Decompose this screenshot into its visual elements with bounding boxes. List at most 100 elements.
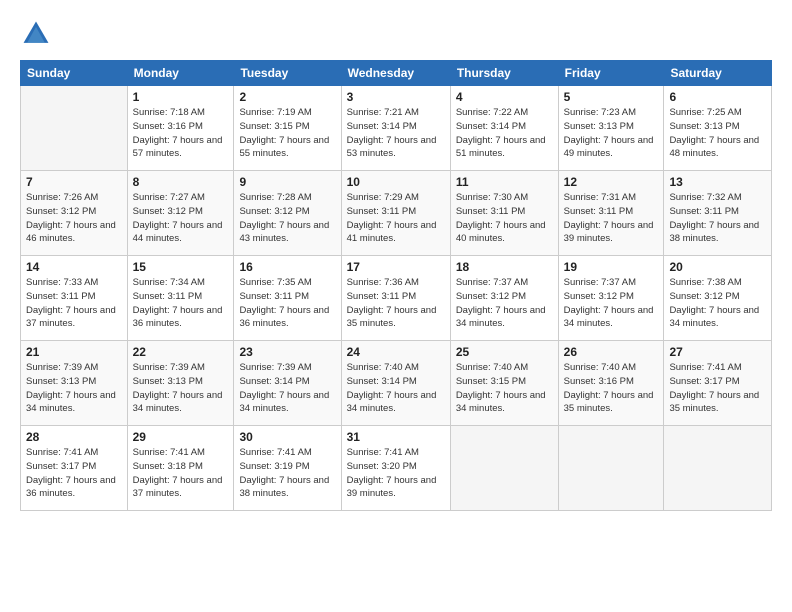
calendar-cell: 28 Sunrise: 7:41 AMSunset: 3:17 PMDayligh…	[21, 426, 128, 511]
day-number: 8	[133, 175, 229, 189]
calendar-cell	[664, 426, 772, 511]
calendar-cell: 5 Sunrise: 7:23 AMSunset: 3:13 PMDaylight…	[558, 86, 664, 171]
day-info: Sunrise: 7:29 AMSunset: 3:11 PMDaylight:…	[347, 191, 445, 246]
day-number: 15	[133, 260, 229, 274]
calendar-cell: 16 Sunrise: 7:35 AMSunset: 3:11 PMDayligh…	[234, 256, 341, 341]
day-info: Sunrise: 7:39 AMSunset: 3:14 PMDaylight:…	[239, 361, 335, 416]
day-number: 28	[26, 430, 122, 444]
day-number: 10	[347, 175, 445, 189]
day-info: Sunrise: 7:34 AMSunset: 3:11 PMDaylight:…	[133, 276, 229, 331]
calendar-cell: 2 Sunrise: 7:19 AMSunset: 3:15 PMDaylight…	[234, 86, 341, 171]
day-info: Sunrise: 7:41 AMSunset: 3:17 PMDaylight:…	[669, 361, 766, 416]
day-number: 5	[564, 90, 659, 104]
day-info: Sunrise: 7:36 AMSunset: 3:11 PMDaylight:…	[347, 276, 445, 331]
calendar-cell: 17 Sunrise: 7:36 AMSunset: 3:11 PMDayligh…	[341, 256, 450, 341]
calendar-cell: 12Sunrise: 7:31 AMSunset: 3:11 PMDayligh…	[558, 171, 664, 256]
day-info: Sunrise: 7:33 AMSunset: 3:11 PMDaylight:…	[26, 276, 122, 331]
day-number: 2	[239, 90, 335, 104]
day-number: 24	[347, 345, 445, 359]
calendar-cell: 26Sunrise: 7:40 AMSunset: 3:16 PMDayligh…	[558, 341, 664, 426]
day-info: Sunrise: 7:39 AMSunset: 3:13 PMDaylight:…	[133, 361, 229, 416]
calendar-header-row: SundayMondayTuesdayWednesdayThursdayFrid…	[21, 61, 772, 86]
day-info: Sunrise: 7:22 AMSunset: 3:14 PMDaylight:…	[456, 106, 553, 161]
logo	[20, 18, 56, 50]
logo-icon	[20, 18, 52, 50]
calendar-cell: 20 Sunrise: 7:38 AMSunset: 3:12 PMDayligh…	[664, 256, 772, 341]
day-number: 4	[456, 90, 553, 104]
calendar-col-tuesday: Tuesday	[234, 61, 341, 86]
day-info: Sunrise: 7:35 AMSunset: 3:11 PMDaylight:…	[239, 276, 335, 331]
day-info: Sunrise: 7:25 AMSunset: 3:13 PMDaylight:…	[669, 106, 766, 161]
day-info: Sunrise: 7:18 AMSunset: 3:16 PMDaylight:…	[133, 106, 229, 161]
day-number: 31	[347, 430, 445, 444]
day-info: Sunrise: 7:40 AMSunset: 3:14 PMDaylight:…	[347, 361, 445, 416]
day-info: Sunrise: 7:27 AMSunset: 3:12 PMDaylight:…	[133, 191, 229, 246]
calendar-cell: 13 Sunrise: 7:32 AMSunset: 3:11 PMDayligh…	[664, 171, 772, 256]
day-number: 25	[456, 345, 553, 359]
calendar-col-monday: Monday	[127, 61, 234, 86]
day-number: 12	[564, 175, 659, 189]
calendar-cell: 22 Sunrise: 7:39 AMSunset: 3:13 PMDayligh…	[127, 341, 234, 426]
calendar-cell: 9 Sunrise: 7:28 AMSunset: 3:12 PMDaylight…	[234, 171, 341, 256]
day-number: 23	[239, 345, 335, 359]
calendar-cell: 3 Sunrise: 7:21 AMSunset: 3:14 PMDaylight…	[341, 86, 450, 171]
calendar-cell: 19Sunrise: 7:37 AMSunset: 3:12 PMDayligh…	[558, 256, 664, 341]
calendar-cell: 1 Sunrise: 7:18 AMSunset: 3:16 PMDaylight…	[127, 86, 234, 171]
calendar-cell	[450, 426, 558, 511]
day-number: 20	[669, 260, 766, 274]
calendar-cell: 27 Sunrise: 7:41 AMSunset: 3:17 PMDayligh…	[664, 341, 772, 426]
calendar-week-1: 1 Sunrise: 7:18 AMSunset: 3:16 PMDaylight…	[21, 86, 772, 171]
calendar-week-3: 14 Sunrise: 7:33 AMSunset: 3:11 PMDayligh…	[21, 256, 772, 341]
day-info: Sunrise: 7:37 AMSunset: 3:12 PMDaylight:…	[456, 276, 553, 331]
calendar-cell: 29Sunrise: 7:41 AMSunset: 3:18 PMDayligh…	[127, 426, 234, 511]
day-info: Sunrise: 7:41 AMSunset: 3:20 PMDaylight:…	[347, 446, 445, 501]
calendar-cell: 21 Sunrise: 7:39 AMSunset: 3:13 PMDayligh…	[21, 341, 128, 426]
day-number: 13	[669, 175, 766, 189]
calendar-cell: 23 Sunrise: 7:39 AMSunset: 3:14 PMDayligh…	[234, 341, 341, 426]
day-number: 11	[456, 175, 553, 189]
day-info: Sunrise: 7:40 AMSunset: 3:15 PMDaylight:…	[456, 361, 553, 416]
day-info: Sunrise: 7:19 AMSunset: 3:15 PMDaylight:…	[239, 106, 335, 161]
calendar-col-thursday: Thursday	[450, 61, 558, 86]
day-info: Sunrise: 7:41 AMSunset: 3:18 PMDaylight:…	[133, 446, 229, 501]
day-info: Sunrise: 7:37 AMSunset: 3:12 PMDaylight:…	[564, 276, 659, 331]
calendar-cell: 11 Sunrise: 7:30 AMSunset: 3:11 PMDayligh…	[450, 171, 558, 256]
day-info: Sunrise: 7:41 AMSunset: 3:17 PMDaylight:…	[26, 446, 122, 501]
day-info: Sunrise: 7:28 AMSunset: 3:12 PMDaylight:…	[239, 191, 335, 246]
calendar-cell: 8 Sunrise: 7:27 AMSunset: 3:12 PMDaylight…	[127, 171, 234, 256]
calendar-week-4: 21 Sunrise: 7:39 AMSunset: 3:13 PMDayligh…	[21, 341, 772, 426]
day-number: 27	[669, 345, 766, 359]
day-number: 7	[26, 175, 122, 189]
page: SundayMondayTuesdayWednesdayThursdayFrid…	[0, 0, 792, 612]
day-number: 14	[26, 260, 122, 274]
day-number: 3	[347, 90, 445, 104]
day-number: 1	[133, 90, 229, 104]
day-info: Sunrise: 7:26 AMSunset: 3:12 PMDaylight:…	[26, 191, 122, 246]
day-info: Sunrise: 7:39 AMSunset: 3:13 PMDaylight:…	[26, 361, 122, 416]
calendar-col-sunday: Sunday	[21, 61, 128, 86]
calendar-cell: 15 Sunrise: 7:34 AMSunset: 3:11 PMDayligh…	[127, 256, 234, 341]
calendar-cell: 30 Sunrise: 7:41 AMSunset: 3:19 PMDayligh…	[234, 426, 341, 511]
day-info: Sunrise: 7:30 AMSunset: 3:11 PMDaylight:…	[456, 191, 553, 246]
day-info: Sunrise: 7:21 AMSunset: 3:14 PMDaylight:…	[347, 106, 445, 161]
calendar-cell: 24 Sunrise: 7:40 AMSunset: 3:14 PMDayligh…	[341, 341, 450, 426]
calendar-col-friday: Friday	[558, 61, 664, 86]
day-number: 9	[239, 175, 335, 189]
day-number: 6	[669, 90, 766, 104]
day-info: Sunrise: 7:32 AMSunset: 3:11 PMDaylight:…	[669, 191, 766, 246]
day-number: 17	[347, 260, 445, 274]
calendar-week-5: 28 Sunrise: 7:41 AMSunset: 3:17 PMDayligh…	[21, 426, 772, 511]
day-number: 16	[239, 260, 335, 274]
calendar-table: SundayMondayTuesdayWednesdayThursdayFrid…	[20, 60, 772, 511]
calendar-col-wednesday: Wednesday	[341, 61, 450, 86]
day-info: Sunrise: 7:23 AMSunset: 3:13 PMDaylight:…	[564, 106, 659, 161]
calendar-col-saturday: Saturday	[664, 61, 772, 86]
day-number: 22	[133, 345, 229, 359]
day-number: 21	[26, 345, 122, 359]
day-info: Sunrise: 7:38 AMSunset: 3:12 PMDaylight:…	[669, 276, 766, 331]
calendar-week-2: 7 Sunrise: 7:26 AMSunset: 3:12 PMDaylight…	[21, 171, 772, 256]
calendar-cell: 6 Sunrise: 7:25 AMSunset: 3:13 PMDaylight…	[664, 86, 772, 171]
day-number: 30	[239, 430, 335, 444]
day-info: Sunrise: 7:41 AMSunset: 3:19 PMDaylight:…	[239, 446, 335, 501]
calendar-cell: 18Sunrise: 7:37 AMSunset: 3:12 PMDayligh…	[450, 256, 558, 341]
